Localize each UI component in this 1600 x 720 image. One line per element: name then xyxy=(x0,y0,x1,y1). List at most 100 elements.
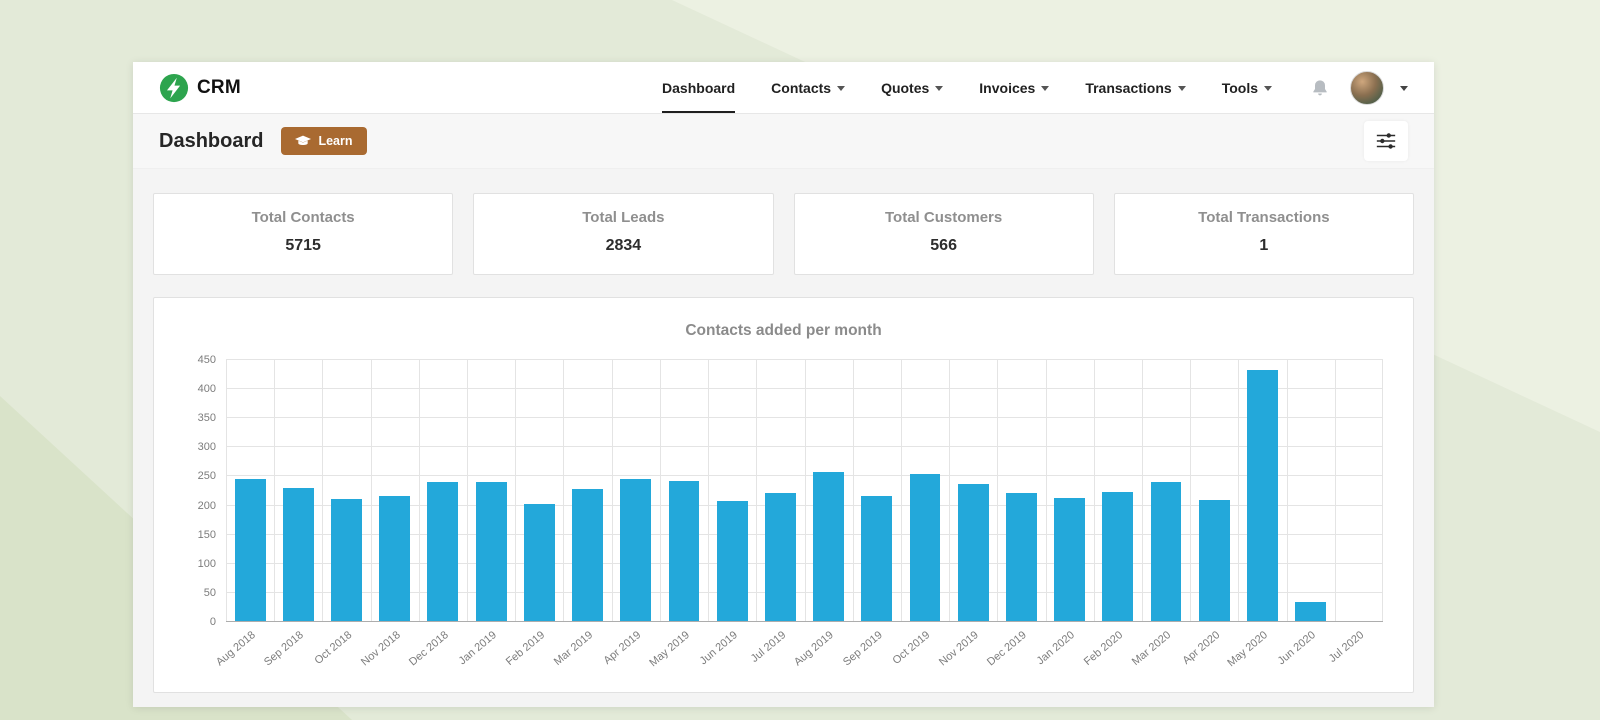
x-tick-cell: Apr 2019 xyxy=(602,622,660,684)
graduation-cap-icon xyxy=(295,135,312,145)
nav-item-label: Quotes xyxy=(881,79,930,96)
bar-oct-2019 xyxy=(909,473,941,622)
bar-cell xyxy=(467,360,515,622)
learn-button-label: Learn xyxy=(318,134,353,148)
x-tick-cell: Jul 2019 xyxy=(748,622,804,684)
bar-aug-2019 xyxy=(813,472,844,622)
nav-item-transactions[interactable]: Transactions xyxy=(1085,62,1186,113)
dashboard-content: Total Contacts 5715 Total Leads 2834 Tot… xyxy=(133,169,1434,713)
y-tick-label: 300 xyxy=(197,441,216,454)
y-tick-label: 100 xyxy=(197,557,216,570)
stat-label: Total Contacts xyxy=(251,209,355,226)
bar-sep-2019 xyxy=(861,495,893,622)
x-tick-cell: May 2020 xyxy=(1225,622,1286,684)
bar-cell xyxy=(804,360,852,622)
app-window: CRM Dashboard Contacts Quotes Invoices T… xyxy=(133,62,1434,707)
sliders-icon xyxy=(1376,133,1396,149)
bar-nov-2018 xyxy=(379,496,411,622)
bar-cell xyxy=(274,360,322,622)
notifications-bell-icon[interactable] xyxy=(1310,76,1334,100)
stat-card-total-transactions: Total Transactions 1 xyxy=(1113,193,1414,275)
x-tick-cell: Feb 2020 xyxy=(1082,622,1142,684)
page-title: Dashboard xyxy=(159,129,264,152)
stat-value: 566 xyxy=(930,237,957,254)
bars-layer xyxy=(226,360,1383,622)
nav-item-contacts[interactable]: Contacts xyxy=(771,62,846,113)
nav-item-quotes[interactable]: Quotes xyxy=(881,62,944,113)
chevron-down-icon xyxy=(1264,86,1272,91)
bar-feb-2020 xyxy=(1102,492,1134,622)
x-tick-cell: May 2019 xyxy=(647,622,708,684)
chevron-down-icon xyxy=(935,86,944,91)
y-tick-label: 200 xyxy=(197,499,216,512)
nav-item-invoices[interactable]: Invoices xyxy=(979,62,1050,113)
user-menu-chevron-down-icon[interactable] xyxy=(1400,86,1408,91)
chart-plot xyxy=(226,359,1383,622)
x-axis-line xyxy=(226,621,1383,622)
x-axis-labels: Aug 2018 Sep 2018 Oct 2018 Nov 2018 Dec 2018… xyxy=(214,622,1383,684)
nav-item-label: Contacts xyxy=(771,79,832,96)
stat-card-total-contacts: Total Contacts 5715 xyxy=(153,193,454,275)
bar-nov-2019 xyxy=(957,484,989,622)
y-tick-label: 150 xyxy=(197,528,216,541)
bar-cell xyxy=(997,360,1045,622)
bar-cell xyxy=(322,360,370,622)
bar-jun-2020 xyxy=(1295,601,1326,622)
bar-apr-2019 xyxy=(620,479,652,622)
bar-cell xyxy=(949,360,997,622)
x-tick-cell: Apr 2020 xyxy=(1180,622,1238,684)
bar-jan-2019 xyxy=(475,482,507,622)
bar-cell xyxy=(1238,360,1286,622)
bar-may-2020 xyxy=(1246,369,1278,622)
nav-menu: Dashboard Contacts Quotes Invoices Trans… xyxy=(662,62,1272,113)
navbar-right xyxy=(1310,62,1408,113)
chevron-down-icon xyxy=(1177,86,1186,91)
x-tick-cell: Dec 2018 xyxy=(407,622,467,684)
y-tick-label: 0 xyxy=(209,616,216,628)
top-navbar: CRM Dashboard Contacts Quotes Invoices T… xyxy=(133,62,1434,114)
stat-card-total-customers: Total Customers 566 xyxy=(793,193,1094,275)
bar-cell xyxy=(371,360,419,622)
dashboard-settings-button[interactable] xyxy=(1364,121,1408,161)
plot-column: Aug 2018 Sep 2018 Oct 2018 Nov 2018 Dec 2018… xyxy=(214,359,1383,684)
stat-value: 1 xyxy=(1259,237,1269,254)
user-avatar[interactable] xyxy=(1350,70,1384,105)
bar-aug-2018 xyxy=(234,479,266,622)
bar-cell xyxy=(1045,360,1093,622)
nav-item-label: Tools xyxy=(1221,79,1258,96)
x-tick-cell: Jun 2020 xyxy=(1276,622,1334,684)
stat-label: Total Leads xyxy=(582,209,665,226)
x-tick-cell: Jan 2019 xyxy=(456,622,515,684)
bar-jan-2020 xyxy=(1054,498,1085,622)
x-tick-cell: Nov 2019 xyxy=(937,622,997,684)
x-tick-cell: Aug 2019 xyxy=(792,622,852,684)
bar-cell xyxy=(708,360,756,622)
stats-row: Total Contacts 5715 Total Leads 2834 Tot… xyxy=(153,193,1414,275)
x-tick-cell: Mar 2019 xyxy=(552,622,611,684)
y-axis: 0 50 100 150 200 250 300 350 400 450 xyxy=(184,354,226,628)
bar-cell xyxy=(1286,360,1334,622)
bar-dec-2019 xyxy=(1005,492,1037,622)
learn-button[interactable]: Learn xyxy=(281,127,367,155)
x-tick-cell: Sep 2019 xyxy=(841,622,901,684)
brand[interactable]: CRM xyxy=(159,62,241,113)
bar-jun-2019 xyxy=(716,501,748,622)
page-header: Dashboard Learn xyxy=(133,114,1434,169)
bar-mar-2020 xyxy=(1150,482,1182,622)
bar-apr-2020 xyxy=(1198,499,1230,622)
bar-cell xyxy=(901,360,949,622)
nav-item-dashboard[interactable]: Dashboard xyxy=(662,62,736,113)
x-tick-cell: Dec 2019 xyxy=(985,622,1045,684)
chart-title: Contacts added per month xyxy=(685,322,882,339)
bar-jul-2019 xyxy=(764,492,796,622)
x-tick-cell: Jan 2020 xyxy=(1035,622,1093,684)
y-tick-label: 350 xyxy=(197,412,216,425)
y-tick-label: 250 xyxy=(197,470,216,483)
y-tick-label: 450 xyxy=(197,354,216,366)
nav-item-tools[interactable]: Tools xyxy=(1222,62,1272,113)
bar-oct-2018 xyxy=(331,498,362,622)
crm-logo-icon xyxy=(159,73,189,103)
stat-label: Total Transactions xyxy=(1198,209,1330,226)
bar-feb-2019 xyxy=(523,504,555,622)
x-tick-cell: Aug 2018 xyxy=(214,622,274,684)
